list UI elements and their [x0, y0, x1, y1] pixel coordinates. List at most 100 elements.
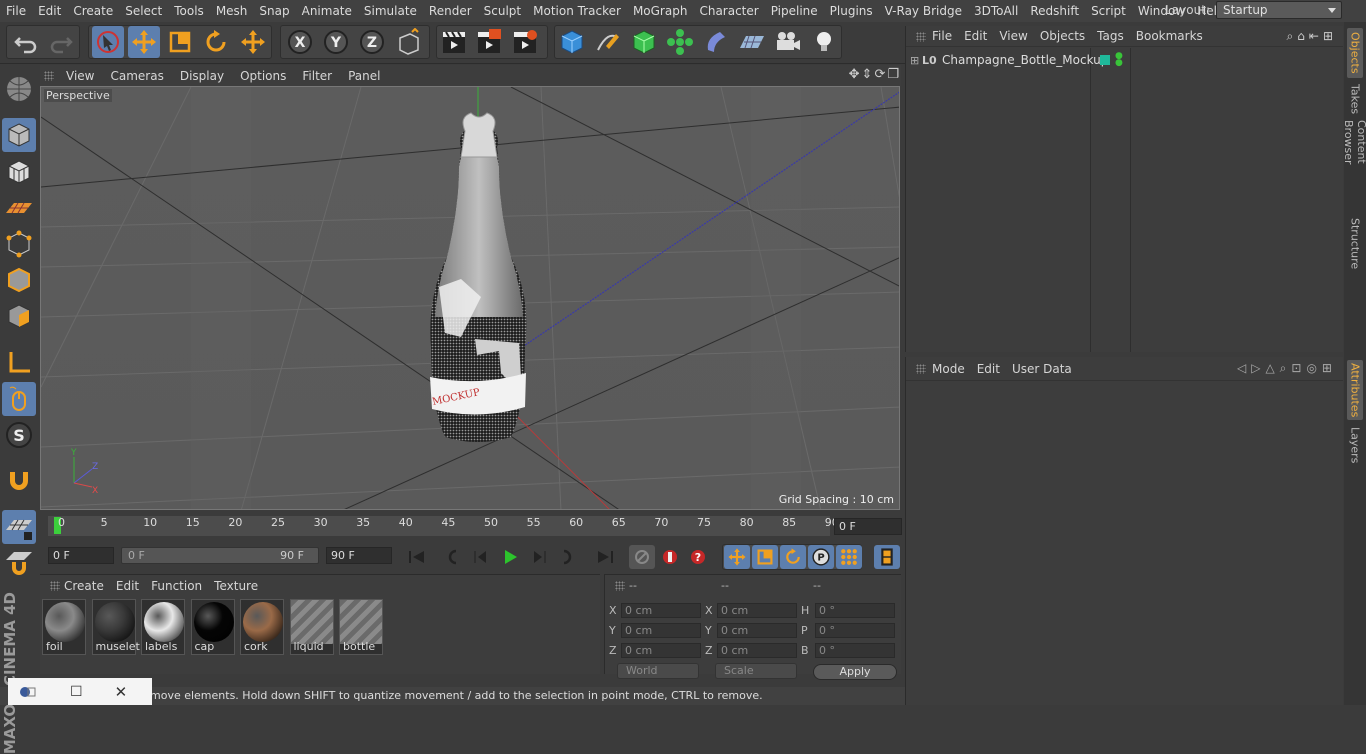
- recent-tool-button[interactable]: [237, 26, 269, 58]
- coord-size-dropdown[interactable]: Scale: [715, 663, 797, 679]
- key-pla-button[interactable]: [836, 545, 862, 569]
- axis-mode-button[interactable]: [2, 346, 36, 380]
- tab-objects[interactable]: Objects: [1347, 28, 1363, 78]
- render-settings-button[interactable]: [509, 26, 541, 58]
- workplane-button[interactable]: [2, 510, 36, 544]
- object-menu-tags[interactable]: Tags: [1091, 29, 1130, 43]
- coord-system-dropdown[interactable]: World: [617, 663, 699, 679]
- object-menu-bookmarks[interactable]: Bookmarks: [1130, 29, 1209, 43]
- coord-value-field[interactable]: 0 cm: [717, 623, 797, 638]
- rotate-tool-button[interactable]: [200, 26, 232, 58]
- coord-value-field[interactable]: 0 °: [815, 623, 895, 638]
- pen-button[interactable]: [592, 26, 624, 58]
- polygons-mode-button[interactable]: [2, 299, 36, 333]
- material-swatch[interactable]: muselet: [91, 599, 140, 655]
- menu-select[interactable]: Select: [119, 0, 168, 22]
- menu-vray-bridge[interactable]: V-Ray Bridge: [879, 0, 968, 22]
- zoom-icon[interactable]: ⇕: [862, 67, 873, 82]
- key-position-button[interactable]: [724, 545, 750, 569]
- menu-tools[interactable]: Tools: [168, 0, 210, 22]
- menu-motion-tracker[interactable]: Motion Tracker: [527, 0, 627, 22]
- layer-tag[interactable]: [1100, 55, 1110, 65]
- menu-character[interactable]: Character: [693, 0, 764, 22]
- timeline-button[interactable]: [874, 545, 900, 569]
- render-view-button[interactable]: [438, 26, 470, 58]
- attribute-menu-user-data[interactable]: User Data: [1006, 362, 1078, 376]
- orbit-icon[interactable]: ⟳: [874, 67, 885, 82]
- light-button[interactable]: [808, 26, 840, 58]
- points-mode-button[interactable]: [2, 227, 36, 261]
- menu-edit[interactable]: Edit: [32, 0, 67, 22]
- viewport-menu-display[interactable]: Display: [172, 69, 232, 83]
- render-picture-viewer-button[interactable]: [473, 26, 505, 58]
- apply-button[interactable]: Apply: [813, 664, 897, 680]
- model-mode-button[interactable]: [2, 118, 36, 152]
- texture-mode-button[interactable]: [2, 155, 36, 189]
- menu-render[interactable]: Render: [423, 0, 478, 22]
- material-swatch[interactable]: cork: [240, 599, 284, 655]
- coord-value-field[interactable]: 0 cm: [621, 643, 701, 658]
- x-axis-button[interactable]: X: [284, 26, 316, 58]
- tab-attributes[interactable]: Attributes: [1347, 360, 1363, 420]
- menu-plugins[interactable]: Plugins: [824, 0, 879, 22]
- viewport-menu-panel[interactable]: Panel: [340, 69, 388, 83]
- object-menu-view[interactable]: View: [993, 29, 1033, 43]
- menu-create[interactable]: Create: [67, 0, 119, 22]
- object-menu-file[interactable]: File: [926, 29, 958, 43]
- locked-workplane-button[interactable]: [2, 546, 36, 580]
- material-menu-create[interactable]: Create: [58, 579, 110, 593]
- material-menu-edit[interactable]: Edit: [110, 579, 145, 593]
- current-frame-field[interactable]: 0 F: [834, 518, 902, 535]
- viewport-menu-filter[interactable]: Filter: [294, 69, 340, 83]
- record-disabled-button[interactable]: [629, 545, 655, 569]
- snap-button[interactable]: [2, 464, 36, 498]
- menu-sculpt[interactable]: Sculpt: [478, 0, 527, 22]
- cube-button[interactable]: [556, 26, 588, 58]
- camera-button[interactable]: [772, 26, 804, 58]
- layout-dropdown[interactable]: Startup: [1216, 1, 1342, 19]
- goto-end-button[interactable]: [592, 545, 618, 569]
- floor-button[interactable]: [736, 26, 768, 58]
- expand-icon[interactable]: ⊞: [910, 54, 922, 67]
- pan-icon[interactable]: ✥: [849, 67, 860, 82]
- next-key-button[interactable]: [553, 545, 579, 569]
- workplane-mode-button[interactable]: [2, 191, 36, 225]
- tab-layers[interactable]: Layers: [1347, 426, 1363, 464]
- redo-button[interactable]: [45, 26, 77, 58]
- menu-file[interactable]: File: [0, 0, 32, 22]
- menu-3dtoall[interactable]: 3DToAll: [968, 0, 1024, 22]
- edges-mode-button[interactable]: [2, 263, 36, 297]
- viewport-menu-options[interactable]: Options: [232, 69, 294, 83]
- coord-value-field[interactable]: 0 cm: [717, 603, 797, 618]
- goto-start-button[interactable]: [404, 545, 430, 569]
- menu-mesh[interactable]: Mesh: [210, 0, 254, 22]
- menu-pipeline[interactable]: Pipeline: [765, 0, 824, 22]
- coord-value-field[interactable]: 0 °: [815, 603, 895, 618]
- prev-frame-button[interactable]: [469, 545, 495, 569]
- next-frame-button[interactable]: [525, 545, 551, 569]
- visibility-dots[interactable]: ● ●: [1115, 52, 1123, 68]
- object-menu-objects[interactable]: Objects: [1034, 29, 1091, 43]
- menu-snap[interactable]: Snap: [253, 0, 295, 22]
- tweak-mode-button[interactable]: [2, 382, 36, 416]
- attribute-menu-edit[interactable]: Edit: [971, 362, 1006, 376]
- cloner-button[interactable]: [664, 26, 696, 58]
- deformer-button[interactable]: [700, 26, 732, 58]
- make-editable-button[interactable]: [2, 72, 36, 106]
- menu-animate[interactable]: Animate: [296, 0, 358, 22]
- viewport-menu-cameras[interactable]: Cameras: [102, 69, 171, 83]
- object-name[interactable]: Champagne_Bottle_Mockup: [942, 53, 1108, 67]
- perspective-viewport[interactable]: MOCKUP YZX Perspective Grid Spacing : 10…: [40, 86, 900, 510]
- material-swatch[interactable]: labels: [141, 599, 185, 655]
- viewport-menu-view[interactable]: View: [58, 69, 102, 83]
- maximize-icon[interactable]: ❐: [887, 67, 899, 82]
- menu-script[interactable]: Script: [1085, 0, 1132, 22]
- menu-simulate[interactable]: Simulate: [358, 0, 423, 22]
- move-tool-button[interactable]: [128, 26, 160, 58]
- record-button[interactable]: [657, 545, 683, 569]
- subdivision-button[interactable]: [628, 26, 660, 58]
- attribute-menu-mode[interactable]: Mode: [926, 362, 971, 376]
- z-axis-button[interactable]: Z: [356, 26, 388, 58]
- tab-structure[interactable]: Structure: [1347, 216, 1363, 272]
- maximize-icon[interactable]: ☐: [70, 684, 83, 700]
